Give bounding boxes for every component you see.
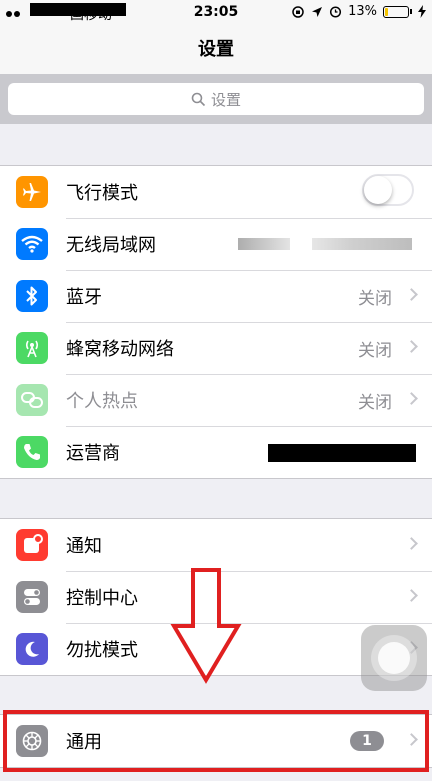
redacted-wifi-name [238,238,290,250]
chevron-right-icon [405,392,418,405]
row-label: 控制中心 [66,588,138,609]
battery-icon [383,5,409,18]
airplane-toggle[interactable] [362,174,414,206]
settings-row-wifi[interactable]: 无线局域网 [0,218,432,270]
assistive-touch-button[interactable] [361,625,427,691]
battery-percent: 13% [348,4,377,19]
settings-row-airplane[interactable]: 飞行模式 [0,166,432,218]
page-title: 设置 [198,39,234,60]
row-label: 蜂窝移动网络 [66,339,174,360]
cellular-icon [16,332,48,364]
row-label: 个人热点 [66,391,138,412]
row-label: 通知 [66,536,102,557]
settings-row-bluetooth[interactable]: 蓝牙 关闭 [0,270,432,322]
chevron-right-icon [405,537,418,550]
nav-bar: 设置 [0,26,432,74]
status-bar: 国移动 23:05 13% [0,0,432,26]
control-center-icon [16,581,48,613]
general-group: 通用 1 [0,714,432,768]
row-label: 飞行模式 [66,183,138,204]
search-placeholder: 设置 [210,90,241,109]
hotspot-icon [16,384,48,416]
airplane-icon [16,176,48,208]
chevron-right-icon [405,589,418,602]
location-icon [312,6,323,17]
row-value: 关闭 [358,392,392,413]
connectivity-group: 飞行模式 无线局域网 蓝牙 关闭 蜂窝移动网络 关闭 个人热点 关闭 运营商 [0,165,432,479]
settings-row-cellular[interactable]: 蜂窝移动网络 关闭 [0,322,432,374]
search-area: 设置 [0,74,432,124]
settings-row-notifications[interactable]: 通知 [0,519,432,571]
status-icons: 13% [291,4,426,19]
settings-row-control-center[interactable]: 控制中心 [0,571,432,623]
assistive-touch-ring [371,635,417,681]
row-value: 关闭 [358,288,392,309]
alarm-icon [330,6,342,18]
row-label: 无线局域网 [66,235,156,256]
phone-icon [16,436,48,468]
moon-icon [16,633,48,665]
settings-row-hotspot[interactable]: 个人热点 关闭 [0,374,432,426]
row-label: 通用 [66,732,102,753]
row-label: 运营商 [66,443,120,464]
row-value: 关闭 [358,340,392,361]
notification-icon [16,529,48,561]
settings-row-general[interactable]: 通用 1 [0,715,432,767]
redacted-carrier-value [268,444,416,462]
row-label: 蓝牙 [66,287,102,308]
battery-fill [385,7,389,16]
bluetooth-icon [16,280,48,312]
gear-icon [16,725,48,757]
battery-tip [410,9,412,14]
settings-row-carrier[interactable]: 运营商 [0,426,432,478]
orientation-lock-icon [292,5,304,18]
chevron-right-icon [405,733,418,746]
chevron-right-icon [405,288,418,301]
redacted-wifi-value [312,238,412,250]
assistive-touch-core [378,642,410,674]
wifi-icon [16,228,48,260]
row-label: 勿扰模式 [66,640,138,661]
charging-icon [418,5,426,18]
chevron-right-icon [405,340,418,353]
toggle-knob [364,176,392,204]
search-input[interactable]: 设置 [8,83,424,115]
search-icon [191,92,206,106]
update-badge: 1 [350,731,384,751]
